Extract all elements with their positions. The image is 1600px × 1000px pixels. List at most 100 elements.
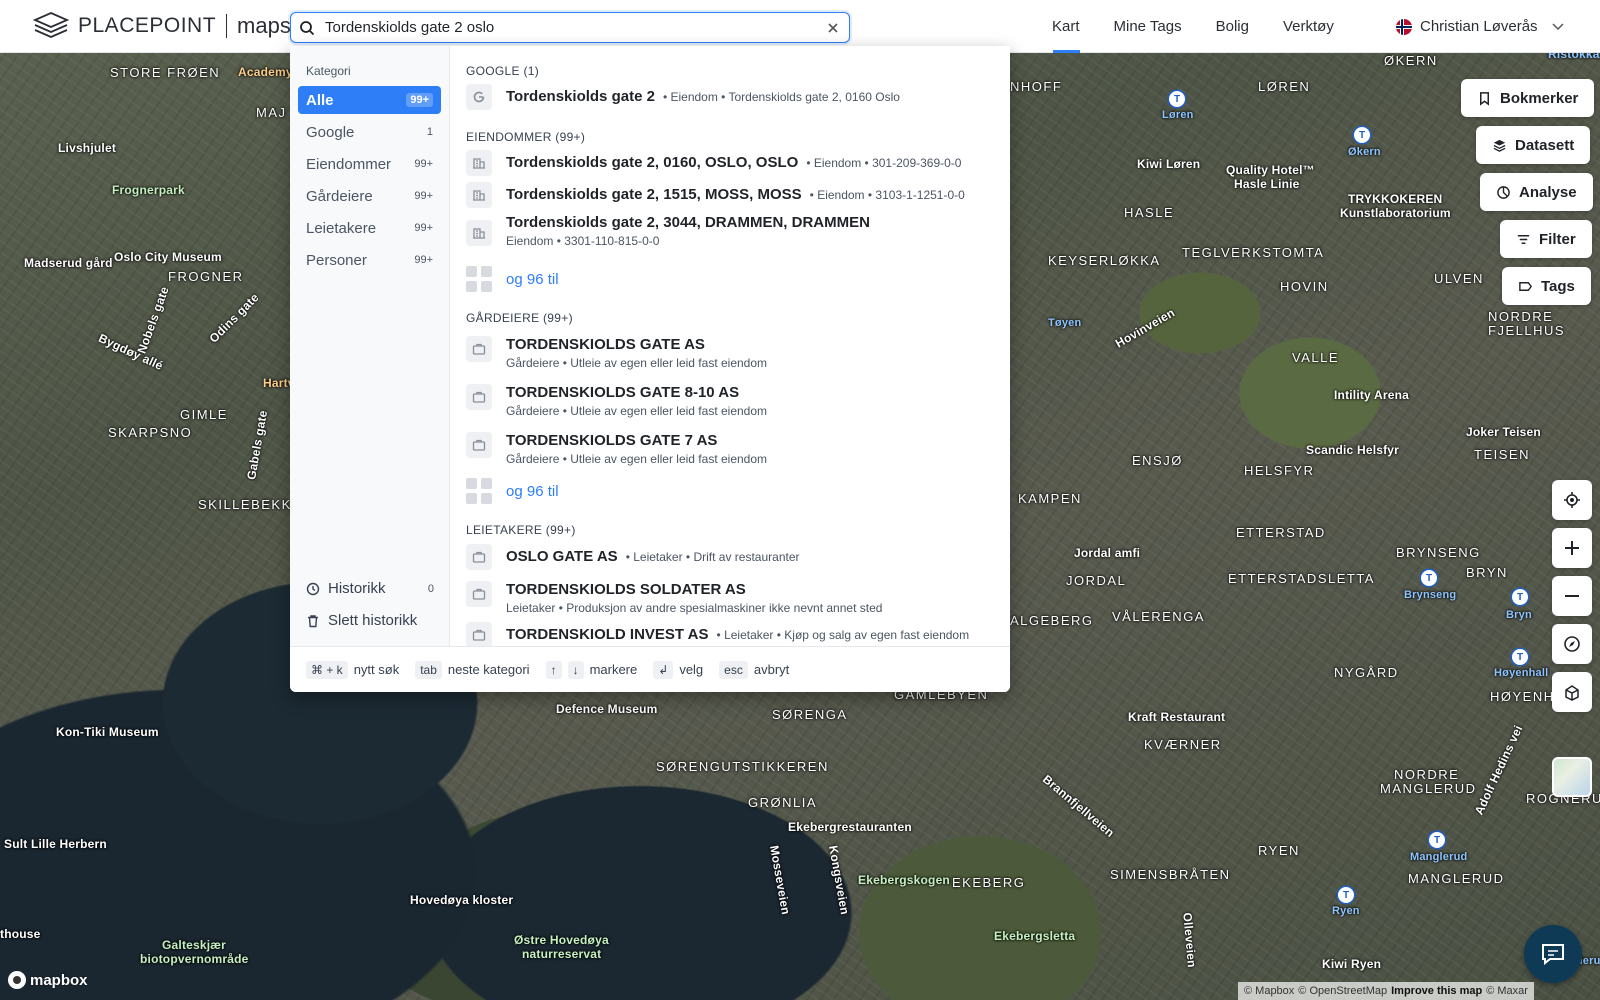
key-badge: ↓	[567, 660, 584, 679]
map-label: Kon-Tiki Museum	[56, 725, 159, 739]
app-logo[interactable]: PLACEPOINT maps	[32, 10, 291, 42]
result-row[interactable]: TORDENSKIOLDS GATE 8-10 AS Gårdeiere • U…	[466, 384, 1006, 418]
metro-station-icon[interactable]: T	[1421, 570, 1437, 586]
result-name: TORDENSKIOLDS SOLDATER AS	[506, 581, 746, 598]
result-row[interactable]: Tordenskiolds gate 2 • Eiendom • Tordens…	[466, 84, 1006, 110]
show-more-gardeiere[interactable]: og 96 til	[466, 478, 559, 504]
tags-button[interactable]: Tags	[1502, 267, 1591, 305]
result-name: Tordenskiolds gate 2, 0160, OSLO, OSLO	[506, 154, 799, 171]
map-label: Hovedøya kloster	[410, 893, 514, 907]
hint-highlight: ↑ ↓ markere	[545, 660, 638, 679]
attribution-maxar[interactable]: © Maxar	[1486, 985, 1528, 997]
close-icon[interactable]	[827, 22, 839, 34]
attribution-improve[interactable]: Improve this map	[1391, 985, 1482, 997]
key-badge: ↲	[653, 660, 674, 679]
zoom-in-button[interactable]	[1552, 528, 1592, 568]
google-icon	[466, 84, 492, 110]
map-label: Hasle Linie	[1234, 177, 1300, 191]
key-badge: ↑	[545, 660, 562, 679]
category-item-eiendommer[interactable]: Eiendommer 99+	[298, 150, 441, 178]
nav-item-mine-tags[interactable]: Mine Tags	[1097, 0, 1199, 53]
attribution-osm[interactable]: © OpenStreetMap	[1298, 985, 1387, 997]
compass-button[interactable]	[1552, 624, 1592, 664]
nav-item-kart[interactable]: Kart	[1036, 0, 1097, 53]
result-subtitle: Leietaker • Produksjon av andre spesialm…	[506, 601, 883, 615]
result-row[interactable]: TORDENSKIOLDS GATE 7 AS Gårdeiere • Utle…	[466, 432, 1006, 466]
nav-item-verktoy[interactable]: Verktøy	[1266, 0, 1351, 53]
map-label: Løren	[1162, 109, 1194, 121]
metro-station-icon[interactable]: T	[1429, 832, 1445, 848]
map-label: Intility Arena	[1334, 388, 1410, 402]
hint-label: markere	[589, 662, 638, 677]
hint-cancel: esc avbryt	[719, 660, 789, 679]
results-panel: GOOGLE (1) Tordenskiolds gate 2 • Eiendo…	[450, 46, 1010, 646]
result-row[interactable]: Tordenskiolds gate 2, 3044, DRAMMEN, DRA…	[466, 214, 1006, 248]
locate-button[interactable]	[1552, 480, 1592, 520]
category-item-gardeiere[interactable]: Gårdeiere 99+	[298, 182, 441, 210]
map-label: KEYSERLØKKA	[1048, 253, 1161, 268]
metro-station-icon[interactable]: T	[1354, 127, 1370, 143]
map-label: ULVEN	[1434, 271, 1484, 286]
category-count: 99+	[406, 93, 433, 107]
metro-station-icon[interactable]: T	[1338, 887, 1354, 903]
result-row[interactable]: OSLO GATE AS • Leietaker • Drift av rest…	[466, 544, 1006, 570]
attribution-mapbox[interactable]: © Mapbox	[1244, 985, 1294, 997]
filter-button[interactable]: Filter	[1500, 220, 1592, 258]
zoom-out-button[interactable]	[1552, 576, 1592, 616]
map-attribution: © Mapbox © OpenStreetMap Improve this ma…	[1238, 982, 1534, 1000]
user-menu[interactable]: Christian Løverås	[1396, 0, 1564, 53]
map-label: Ekebergskogen	[858, 873, 950, 887]
search-input[interactable]	[325, 19, 827, 36]
show-more-eiendommer[interactable]: og 96 til	[466, 266, 559, 292]
zoom-in-icon	[1565, 541, 1579, 555]
map-label: Brynseng	[1404, 589, 1457, 601]
metro-station-icon[interactable]: T	[1512, 589, 1528, 605]
metro-station-icon[interactable]: T	[1169, 91, 1185, 107]
basemap-switcher[interactable]	[1552, 757, 1592, 797]
map-label: naturreservat	[522, 947, 602, 961]
category-item-google[interactable]: Google 1	[298, 118, 441, 146]
result-meta: • Eiendom • 301-209-369-0-0	[806, 156, 962, 170]
briefcase-icon	[466, 581, 492, 607]
hint-label: velg	[679, 662, 704, 677]
map-label: STORE FRØEN	[110, 65, 221, 80]
section-title-eiendommer: EIENDOMMER (99+)	[466, 130, 586, 144]
layers-icon	[1493, 139, 1506, 152]
map-label: SØRENGUTSTIKKEREN	[656, 759, 829, 774]
analysis-button[interactable]: Analyse	[1480, 173, 1593, 211]
3d-buildings-button[interactable]	[1552, 672, 1592, 712]
bookmarks-button[interactable]: Bokmerker	[1461, 79, 1595, 117]
clear-history-button[interactable]: Slett historikk	[306, 612, 434, 629]
pie-chart-icon	[1497, 185, 1510, 199]
result-row[interactable]: TORDENSKIOLD INVEST AS • Leietaker • Kjø…	[466, 622, 1006, 646]
history-button[interactable]: Historikk 0	[306, 580, 434, 597]
metro-station-icon[interactable]: T	[1512, 649, 1528, 665]
category-item-alle[interactable]: Alle 99+	[298, 86, 441, 114]
map-label: Østre Hovedøya	[514, 933, 609, 947]
map-label: VALLE	[1292, 350, 1340, 365]
map-label: TEISEN	[1474, 447, 1530, 462]
tag-icon	[1519, 281, 1533, 291]
tags-label: Tags	[1541, 277, 1575, 295]
category-item-personer[interactable]: Personer 99+	[298, 246, 441, 274]
dataset-button[interactable]: Datasett	[1476, 126, 1591, 164]
map-label: Quality Hotel™	[1226, 163, 1315, 177]
key-badge: ⌘ + k	[306, 660, 348, 679]
nav-item-bolig[interactable]: Bolig	[1199, 0, 1266, 53]
zoom-out-icon	[1565, 595, 1579, 597]
result-row[interactable]: TORDENSKIOLDS GATE AS Gårdeiere • Utleie…	[466, 336, 1006, 370]
result-name: OSLO GATE AS	[506, 548, 618, 565]
result-subtitle: Gårdeiere • Utleie av egen eller leid fa…	[506, 404, 768, 418]
chat-button[interactable]	[1524, 925, 1582, 983]
category-item-leietakere[interactable]: Leietakere 99+	[298, 214, 441, 242]
result-row[interactable]: TORDENSKIOLDS SOLDATER AS Leietaker • Pr…	[466, 581, 1006, 615]
chevron-down-icon	[1552, 22, 1564, 30]
result-row[interactable]: Tordenskiolds gate 2, 0160, OSLO, OSLO •…	[466, 150, 1006, 176]
result-row[interactable]: Tordenskiolds gate 2, 1515, MOSS, MOSS •…	[466, 182, 1006, 208]
map-label: MAJ	[256, 105, 287, 120]
logo-product: maps	[237, 13, 291, 38]
chat-icon	[1542, 944, 1564, 966]
hint-next-category: tab neste kategori	[415, 660, 530, 679]
map-label: Ryen	[1332, 905, 1360, 917]
search-box[interactable]	[290, 12, 850, 43]
